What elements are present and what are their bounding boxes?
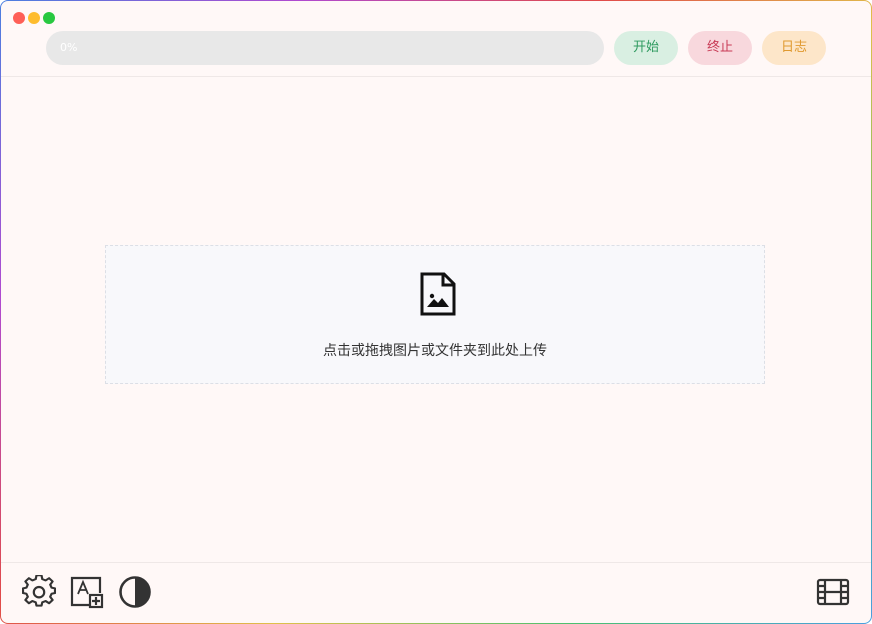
film-icon[interactable]: [816, 575, 850, 609]
upload-hint-text: 点击或拖拽图片或文件夹到此处上传: [323, 343, 547, 359]
app-frame: 0% 开始 终止 日志 点击或拖拽图片或文件夹到此处上传: [0, 0, 872, 624]
image-file-icon: [420, 272, 456, 316]
app-window: 0% 开始 终止 日志 点击或拖拽图片或文件夹到此处上传: [1, 1, 871, 623]
start-button[interactable]: 开始: [614, 31, 678, 65]
gear-icon[interactable]: [22, 575, 56, 609]
bottom-toolbar: [1, 562, 871, 623]
log-button[interactable]: 日志: [762, 31, 826, 65]
font-add-icon[interactable]: [70, 575, 104, 609]
contrast-icon[interactable]: [118, 575, 152, 609]
top-toolbar: 0% 开始 终止 日志: [1, 1, 871, 77]
upload-dropzone[interactable]: 点击或拖拽图片或文件夹到此处上传: [105, 245, 765, 384]
stop-button[interactable]: 终止: [688, 31, 752, 65]
progress-text: 0%: [60, 41, 78, 54]
progress-bar: 0%: [46, 31, 604, 65]
